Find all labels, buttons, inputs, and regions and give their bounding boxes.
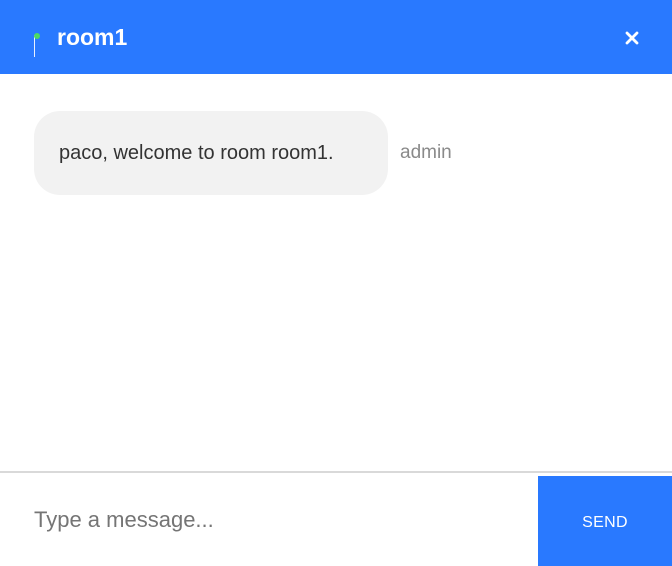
room-title: room1 [57, 24, 128, 50]
composer: SEND [0, 471, 672, 566]
online-flag-icon [33, 32, 40, 58]
chat-header: room1 [0, 0, 672, 74]
close-icon [625, 31, 639, 45]
close-button[interactable] [620, 26, 644, 50]
send-button[interactable]: SEND [538, 476, 672, 566]
chat-window: room1 paco, welcome to room room1. admin… [0, 0, 672, 566]
message-list[interactable]: paco, welcome to room room1. admin [0, 74, 672, 471]
message-input[interactable] [0, 473, 538, 566]
message-sender: admin [400, 142, 452, 163]
message-bubble: paco, welcome to room room1. [34, 111, 388, 195]
